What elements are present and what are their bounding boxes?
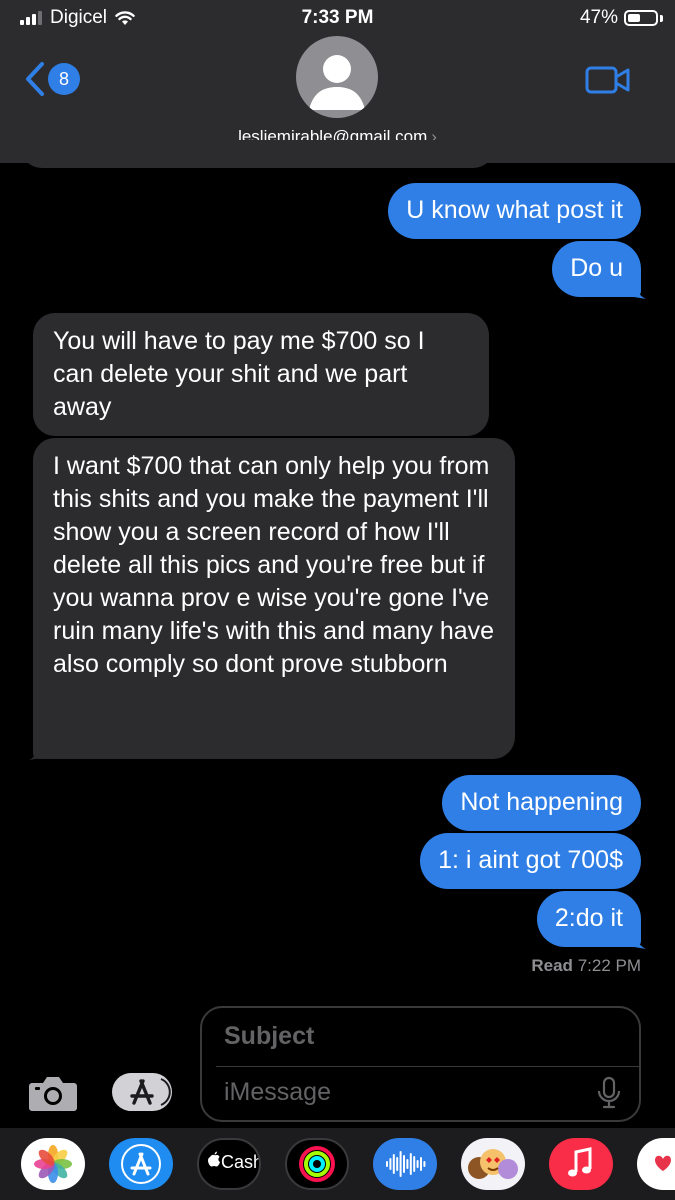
message-text: 1: i aint got 700$	[438, 846, 623, 874]
app-store-icon	[121, 1144, 161, 1184]
music-app-button[interactable]	[549, 1138, 613, 1190]
photos-icon	[34, 1145, 72, 1183]
memoji-app-button[interactable]	[461, 1138, 525, 1190]
hashtag-images-icon	[655, 1155, 671, 1171]
message-text: I want $700 that can only help you from …	[53, 452, 495, 678]
waveform-bar	[413, 1156, 416, 1172]
video-camera-icon	[585, 66, 630, 94]
status-bar: Digicel 7:33 PM 47%	[0, 0, 675, 36]
subject-field[interactable]: Subject	[224, 1022, 314, 1051]
bubble-tail	[630, 931, 646, 949]
read-time: 7:22 PM	[577, 956, 641, 975]
unread-count-badge: 8	[48, 63, 80, 95]
waveform-bar	[386, 1161, 388, 1167]
activity-app-button[interactable]	[285, 1138, 349, 1190]
audio-message-app-button[interactable]	[373, 1138, 437, 1190]
person-icon	[309, 55, 365, 110]
imessage-input[interactable]: iMessage	[224, 1078, 331, 1107]
app-store-button[interactable]	[112, 1073, 172, 1111]
message-bubble-outgoing[interactable]: Do u	[552, 241, 641, 297]
waveform-bar	[399, 1151, 402, 1177]
waveform-bar	[423, 1161, 426, 1167]
back-button[interactable]: 8	[24, 61, 80, 97]
waveform-bar	[406, 1159, 409, 1169]
waveform-bar	[392, 1154, 395, 1174]
bubble-tail	[630, 281, 646, 299]
message-bubble-outgoing[interactable]: 2:do it	[536, 891, 641, 947]
activity-icon	[299, 1146, 335, 1182]
message-text: 2:do it	[554, 904, 623, 932]
facetime-button[interactable]	[585, 65, 631, 100]
message-bubble-outgoing[interactable]: U know what post it	[388, 183, 641, 239]
compose-divider	[216, 1066, 639, 1067]
message-text: Not happening	[460, 788, 623, 816]
waveform-bar	[403, 1155, 405, 1173]
chevron-left-icon	[26, 62, 44, 96]
status-time: 7:33 PM	[301, 7, 374, 28]
message-bubble-outgoing[interactable]: Not happening	[442, 775, 641, 831]
music-icon	[568, 1147, 592, 1177]
app-store-icon	[130, 1078, 171, 1106]
message-text: Do u	[570, 254, 623, 282]
dictation-button[interactable]	[597, 1076, 621, 1115]
message-text: You will have to pay me $700 so I can de…	[53, 327, 425, 421]
camera-button[interactable]	[28, 1074, 78, 1117]
photos-app-button[interactable]	[21, 1138, 85, 1190]
battery-percent: 47%	[579, 7, 618, 28]
camera-icon	[29, 1077, 77, 1111]
waveform-bar	[396, 1157, 399, 1171]
message-bubble-incoming[interactable]: You will have to pay me $700 so I can de…	[33, 313, 489, 436]
microphone-icon	[597, 1076, 621, 1109]
apple-cash-app-button[interactable]: Cash	[197, 1138, 261, 1190]
waveform-bar	[420, 1157, 422, 1171]
read-receipt: Read 7:22 PM	[531, 956, 641, 976]
audio-message-icon	[386, 1151, 426, 1177]
message-compose-box: Subject iMessage	[200, 1006, 641, 1122]
waveform-bar	[416, 1160, 419, 1168]
battery-icon	[624, 10, 658, 26]
previous-message-bubble	[20, 140, 495, 168]
battery-indicator: 47%	[580, 7, 663, 29]
message-bubble-incoming[interactable]: I want $700 that can only help you from …	[33, 438, 515, 759]
waveform-bar	[409, 1153, 412, 1175]
memoji-icon	[468, 1149, 518, 1179]
read-label: Read	[531, 956, 573, 975]
bubble-tail	[29, 742, 45, 760]
message-text: U know what post it	[406, 196, 623, 224]
contact-avatar[interactable]	[296, 36, 378, 118]
hashtag-images-app-button[interactable]	[637, 1138, 675, 1190]
app-store-app-button[interactable]	[109, 1138, 173, 1190]
imessage-app-drawer: Cash	[0, 1128, 675, 1200]
waveform-bar	[389, 1158, 392, 1170]
cash-label: Cash	[221, 1152, 261, 1172]
message-bubble-outgoing[interactable]: 1: i aint got 700$	[420, 833, 641, 889]
